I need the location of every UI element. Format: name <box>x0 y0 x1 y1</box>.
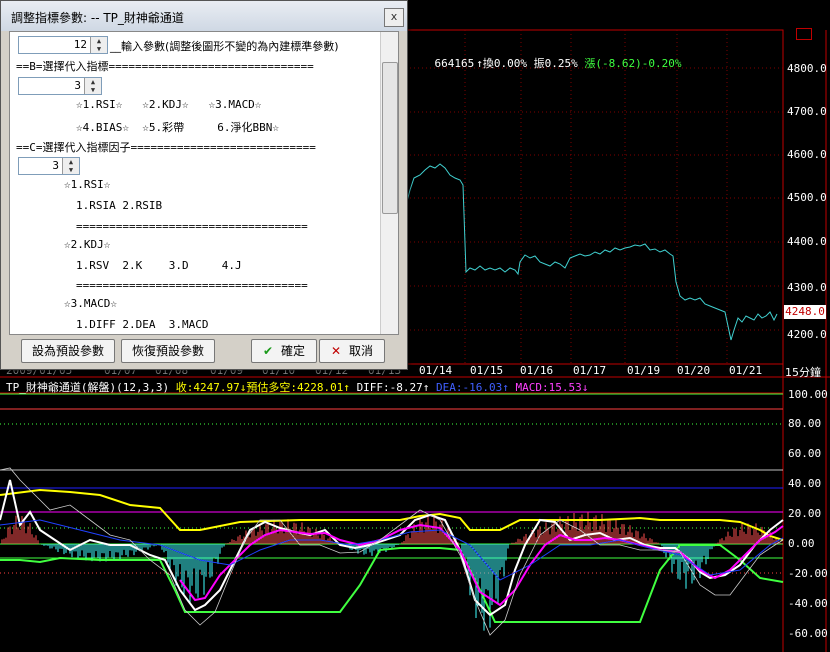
c-kdj-title: ☆2.KDJ☆ <box>64 238 111 251</box>
dialog-title: 調整指標參數: -- TP_財神爺通道 <box>11 11 184 25</box>
indicator-close: 收:4247.97↓ <box>175 381 247 394</box>
close-icon[interactable]: x <box>384 8 404 27</box>
spin-up-icon[interactable]: ▲ <box>91 37 107 45</box>
indicator-tick-label: 60.00 <box>788 447 822 460</box>
price-tick-label: 4300.0 <box>787 281 827 294</box>
price-tick-label: 4400.0 <box>787 235 827 248</box>
spin-down-icon[interactable]: ▼ <box>91 45 107 53</box>
c-divider-1: =================================== <box>76 220 308 233</box>
param1-spinner[interactable]: 12 ▲ ▼ <box>18 36 108 54</box>
date-tick-label: 01/19 <box>627 364 661 377</box>
price-tick-label: 4800.0 <box>787 62 827 75</box>
c-macd-items: 1.DIFF 2.DEA 3.MACD <box>76 318 209 331</box>
c-kdj-items: 1.RSV 2.K 3.D 4.J <box>76 259 242 272</box>
parameter-dialog[interactable]: 調整指標參數: -- TP_財神爺通道 x 12 ▲ ▼ __輸入參數(調整後圖形… <box>0 0 408 370</box>
spin-up-icon[interactable]: ▲ <box>85 78 101 86</box>
spin-up-icon[interactable]: ▲ <box>63 158 79 166</box>
price-tick-label: 4500.0 <box>787 191 827 204</box>
top-info-bar: 664165 ↑換0.00% 振0.25% 漲(-8.62)-0.20% <box>408 42 682 84</box>
macd-histogram <box>1 512 783 631</box>
ok-button[interactable]: ✔ 確定 <box>251 339 317 363</box>
scrollbar-thumb[interactable] <box>382 62 398 214</box>
indicator-tick-label: -40.00 <box>788 597 828 610</box>
c-divider-2: =================================== <box>76 279 308 292</box>
indicator-name: TP_財神爺通道(解盤)(12,3,3) <box>6 381 170 394</box>
indicator-tick-label: -20.00 <box>788 567 828 580</box>
indicator-macd: MACD:15.53↓ <box>515 381 589 394</box>
price-line <box>405 163 778 341</box>
indicator-tick-label: 20.00 <box>788 507 822 520</box>
volume-text: 664165 <box>434 57 475 70</box>
ok-button-label: 確定 <box>281 344 306 358</box>
current-price-label: 4248.0 <box>784 305 826 319</box>
spin-down-icon[interactable]: ▼ <box>85 86 101 94</box>
param2-spinner[interactable]: 3 ▲ ▼ <box>18 77 102 95</box>
indicator-tick-label: 80.00 <box>788 417 822 430</box>
section-b-header: ==B=選擇代入指標==============================… <box>16 60 314 73</box>
b-options-row2: ☆4.BIAS☆ ☆5.彩帶 6.淨化BBN☆ <box>76 121 279 134</box>
period-label[interactable]: 15分鐘 <box>785 364 821 380</box>
dialog-scroll-area[interactable]: 12 ▲ ▼ __輸入參數(調整後圖形不變的為內建標準參數) ==B=選擇代入指標… <box>9 31 399 335</box>
date-tick-label: 01/20 <box>677 364 711 377</box>
indicator-header: TP_財神爺通道(解盤)(12,3,3) 收:4247.97↓預估多空:4228… <box>6 379 588 395</box>
date-tick-label: 01/15 <box>470 364 504 377</box>
indicator-diff: DIFF:-8.27↑ <box>356 381 430 394</box>
cancel-button[interactable]: ✕ 取消 <box>319 339 385 363</box>
price-tick-label: 4600.0 <box>787 148 827 161</box>
param1-description: __輸入參數(調整後圖形不變的為內建標準參數) <box>110 40 339 53</box>
indicator-tick-label: -60.00 <box>788 627 828 640</box>
b-options-row1: ☆1.RSI☆ ☆2.KDJ☆ ☆3.MACD☆ <box>76 98 262 111</box>
cross-icon: ✕ <box>330 344 342 358</box>
param3-spinner[interactable]: 3 ▲ ▼ <box>18 157 80 175</box>
price-tick-label: 4700.0 <box>787 105 827 118</box>
indicator-tick-label: 100.00 <box>788 388 828 401</box>
vertical-scrollbar[interactable] <box>380 32 398 334</box>
section-c-header: ==C=選擇代入指標因子============================ <box>16 141 316 154</box>
param1-value: 12 <box>73 38 87 51</box>
c-macd-title: ☆3.MACD☆ <box>64 297 117 310</box>
c-rsi-title: ☆1.RSI☆ <box>64 178 111 191</box>
check-icon: ✔ <box>262 344 274 358</box>
param3-value: 3 <box>52 159 59 172</box>
amplitude-text: 振0.25% <box>533 57 578 70</box>
price-tick-label: 4200.0 <box>787 328 827 341</box>
cancel-button-label: 取消 <box>349 344 374 358</box>
date-tick-label: 01/21 <box>729 364 763 377</box>
restore-default-button[interactable]: 恢復預設參數 <box>121 339 215 363</box>
indicator-forecast: 預估多空:4228.01↑ <box>246 381 350 394</box>
c-rsi-items: 1.RSIA 2.RSIB <box>76 199 163 212</box>
panel-toggle-icon[interactable] <box>796 28 812 40</box>
set-default-button[interactable]: 設為預設參數 <box>21 339 115 363</box>
date-tick-label: 01/17 <box>573 364 607 377</box>
yellow-line <box>0 488 784 541</box>
change-text: 漲(-8.62)-0.20% <box>584 57 682 70</box>
indicator-dea: DEA:-16.03↑ <box>436 381 509 394</box>
turnover-text: ↑換0.00% <box>476 57 527 70</box>
date-tick-label: 01/14 <box>419 364 453 377</box>
param2-value: 3 <box>74 79 81 92</box>
indicator-tick-label: 0.00 <box>788 537 815 550</box>
indicator-tick-label: 40.00 <box>788 477 822 490</box>
spin-down-icon[interactable]: ▼ <box>63 166 79 174</box>
dialog-titlebar[interactable]: 調整指標參數: -- TP_財神爺通道 x <box>1 1 407 31</box>
date-tick-label: 01/16 <box>520 364 554 377</box>
